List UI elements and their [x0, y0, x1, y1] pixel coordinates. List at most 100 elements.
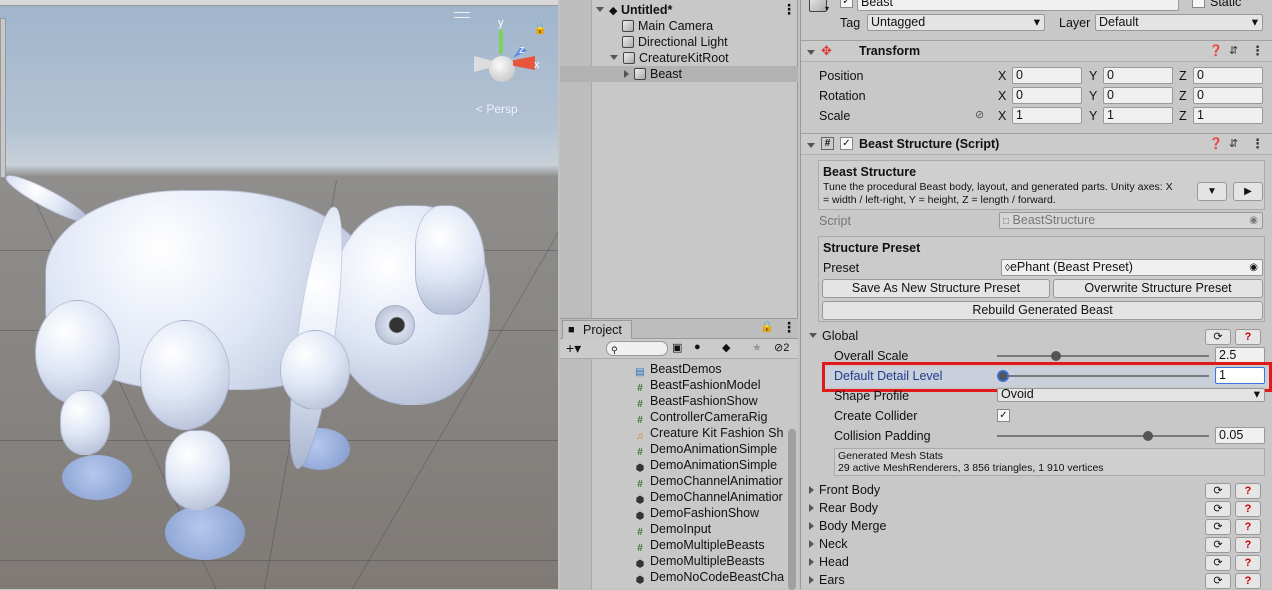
scene-header[interactable]: ◆ Untitled* — [596, 2, 672, 18]
menu-icon[interactable] — [454, 12, 470, 18]
projection-toggle[interactable]: < Persp — [476, 102, 518, 116]
expand-arrow-icon[interactable] — [807, 139, 820, 153]
tab-project[interactable]: ■ Project — [562, 320, 632, 339]
lock-icon[interactable]: 🔒 — [533, 22, 547, 35]
beast-structure-header[interactable]: # ✓ Beast Structure (Script) ❓ ⇵ ⋮ — [801, 133, 1272, 155]
section-help-button[interactable]: ? — [1235, 483, 1261, 499]
preset-field[interactable]: ◊ePhant (Beast Preset) ◉ — [1001, 259, 1263, 276]
transform-y-field[interactable]: 0 — [1103, 87, 1173, 104]
asset-item[interactable]: ♫ Creature Kit Fashion Sh — [634, 425, 783, 442]
section-help-button[interactable]: ? — [1235, 329, 1261, 345]
transform-x-field[interactable]: 0 — [1012, 67, 1082, 84]
search-by-type-icon[interactable]: ▣ — [672, 341, 682, 354]
reset-section-button[interactable]: ⟳ — [1205, 537, 1231, 553]
icon-dropdown-arrow[interactable]: ▾ — [825, 4, 829, 13]
help-icon[interactable]: ❓ — [1209, 137, 1223, 150]
collapse-all-button[interactable]: ▼ — [1197, 182, 1227, 201]
section-foldout[interactable]: Front Body — [809, 482, 880, 498]
collapse-arrow-icon[interactable] — [624, 70, 629, 78]
constrain-proportions-icon[interactable]: ⊘ — [975, 108, 984, 121]
transform-y-field[interactable]: 0 — [1103, 67, 1173, 84]
asset-item[interactable]: ⬢ DemoMultipleBeasts — [634, 553, 765, 570]
scene-overlay-toolbar[interactable] — [0, 18, 6, 178]
reset-section-button[interactable]: ⟳ — [1205, 555, 1231, 571]
static-checkbox[interactable] — [1192, 0, 1205, 8]
section-help-button[interactable]: ? — [1235, 573, 1261, 589]
enabled-checkbox[interactable]: ✓ — [840, 137, 853, 150]
tag-dropdown[interactable]: Untagged ▾ — [867, 14, 1045, 31]
reset-section-button[interactable]: ⟳ — [1205, 483, 1231, 499]
reset-section-button[interactable]: ⟳ — [1205, 501, 1231, 517]
lock-icon[interactable]: 🔒 — [760, 320, 774, 333]
hierarchy-item-directional-light[interactable]: Directional Light — [622, 34, 728, 50]
asset-item[interactable]: ⬢ DemoFashionShow — [634, 505, 759, 522]
transform-header[interactable]: ✥ Transform ❓ ⇵ ⋮ — [801, 40, 1272, 62]
filter-icon[interactable]: ● — [694, 341, 701, 353]
shape-profile-dropdown[interactable]: Ovoid ▾ — [997, 388, 1265, 402]
asset-item[interactable]: # ControllerCameraRig — [634, 409, 767, 426]
global-foldout[interactable]: Global — [809, 328, 858, 344]
section-help-button[interactable]: ? — [1235, 537, 1261, 553]
overall-scale-knob[interactable] — [1050, 351, 1061, 361]
transform-z-field[interactable]: 0 — [1193, 67, 1263, 84]
asset-item[interactable]: ⬢ DemoNoCodeBeastCha — [634, 569, 784, 586]
overwrite-preset-button[interactable]: Overwrite Structure Preset — [1053, 279, 1263, 298]
save-preset-button[interactable]: Save As New Structure Preset — [822, 279, 1050, 298]
asset-item[interactable]: # DemoMultipleBeasts — [634, 537, 764, 554]
transform-x-field[interactable]: 1 — [1012, 107, 1082, 124]
project-scrollbar[interactable] — [788, 429, 796, 590]
expand-arrow-icon[interactable] — [596, 7, 604, 12]
asset-item[interactable]: # BeastFashionShow — [634, 393, 757, 410]
presets-icon[interactable]: ⇵ — [1229, 137, 1238, 150]
asset-item[interactable]: ⬢ DemoChannelAnimatior — [634, 489, 783, 506]
more-options-icon[interactable]: ⋮ — [1251, 43, 1264, 59]
search-input[interactable]: ⚲ — [606, 341, 668, 356]
script-field[interactable]: □ BeastStructure ◉ — [999, 212, 1263, 229]
label-icon[interactable]: ◆ — [722, 341, 730, 354]
more-options-icon[interactable]: ⋮ — [1251, 136, 1264, 152]
section-help-button[interactable]: ? — [1235, 555, 1261, 571]
asset-item[interactable]: ▤ BeastDemos — [634, 361, 721, 378]
expand-arrow-icon[interactable] — [610, 55, 618, 60]
section-help-button[interactable]: ? — [1235, 519, 1261, 535]
expand-all-button[interactable]: ▶ — [1233, 182, 1263, 201]
section-foldout[interactable]: Neck — [809, 536, 847, 552]
transform-y-field[interactable]: 1 — [1103, 107, 1173, 124]
asset-item[interactable]: # DemoAnimationSimple — [634, 441, 777, 458]
create-collider-checkbox[interactable]: ✓ — [997, 409, 1010, 422]
reset-section-button[interactable]: ⟳ — [1205, 573, 1231, 589]
help-icon[interactable]: ❓ — [1209, 44, 1223, 57]
section-foldout[interactable]: Rear Body — [809, 500, 878, 516]
project-folder-gutter — [560, 359, 592, 590]
transform-x-field[interactable]: 0 — [1012, 87, 1082, 104]
more-options-icon[interactable]: ⋮ — [782, 1, 796, 18]
more-options-icon[interactable]: ⋮ — [782, 319, 796, 336]
hidden-packages-toggle[interactable]: ⊘2 — [774, 341, 789, 354]
transform-z-field[interactable]: 1 — [1193, 107, 1263, 124]
star-icon[interactable]: ★ — [752, 341, 762, 354]
reset-section-button[interactable]: ⟳ — [1205, 519, 1231, 535]
collision-padding-knob[interactable] — [1143, 431, 1154, 441]
asset-item[interactable]: # DemoInput — [634, 521, 711, 538]
scene-view[interactable]: y z x < Persp 🔒 — [0, 0, 558, 589]
section-help-button[interactable]: ? — [1235, 501, 1261, 517]
reset-section-button[interactable]: ⟳ — [1205, 329, 1231, 345]
transform-z-field[interactable]: 0 — [1193, 87, 1263, 104]
layer-dropdown[interactable]: Default ▾ — [1095, 14, 1263, 31]
active-checkbox[interactable]: ✓ — [840, 0, 853, 8]
section-foldout[interactable]: Ears — [809, 572, 845, 588]
add-asset-button[interactable]: +▾ — [566, 340, 581, 357]
section-foldout[interactable]: Body Merge — [809, 518, 886, 534]
asset-item[interactable]: # BeastFashionModel — [634, 377, 760, 394]
hierarchy-item-main-camera[interactable]: Main Camera — [622, 18, 713, 34]
presets-icon[interactable]: ⇵ — [1229, 44, 1238, 57]
hierarchy-item-beast[interactable]: Beast — [624, 66, 682, 82]
collision-padding-field[interactable]: 0.05 — [1215, 427, 1265, 444]
section-foldout[interactable]: Head — [809, 554, 849, 570]
asset-item[interactable]: ⬢ DemoAnimationSimple — [634, 457, 778, 474]
rebuild-beast-button[interactable]: Rebuild Generated Beast — [822, 301, 1263, 320]
expand-arrow-icon[interactable] — [807, 46, 820, 60]
hierarchy-item-creaturekitroot[interactable]: CreatureKitRoot — [610, 50, 729, 66]
object-name-field[interactable]: Beast — [857, 0, 1179, 11]
asset-item[interactable]: # DemoChannelAnimatior — [634, 473, 782, 490]
